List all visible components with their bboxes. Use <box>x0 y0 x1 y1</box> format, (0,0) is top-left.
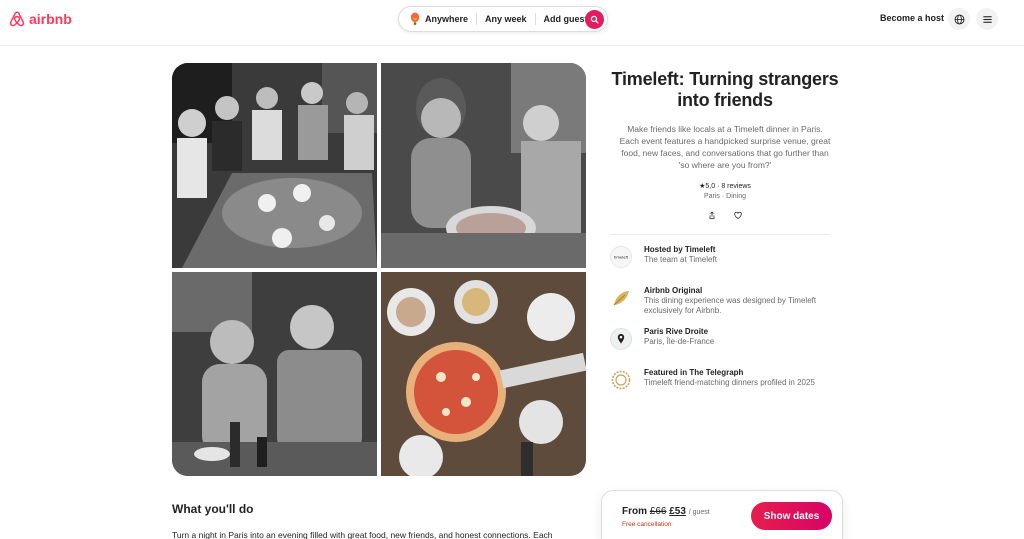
leaf-icon <box>610 287 632 309</box>
top-nav: airbnb Anywhere Any week Add guests Beco… <box>0 0 1024 46</box>
hot-air-balloon-icon <box>409 12 420 26</box>
price-unit: / guest <box>688 509 710 516</box>
menu-button[interactable] <box>976 8 998 30</box>
photo-woman-laughing[interactable] <box>381 63 586 268</box>
photo-gallery <box>172 63 586 476</box>
globe-icon <box>954 14 964 24</box>
search-bar[interactable]: Anywhere Any week Add guests <box>398 6 608 32</box>
price-prefix: From <box>622 506 647 517</box>
discounted-price[interactable]: £53 <box>669 506 686 517</box>
heart-icon <box>734 211 742 219</box>
section-body: Turn a night in Paris into an evening fi… <box>172 530 553 539</box>
seal-icon <box>610 369 632 391</box>
photo-pizza-table[interactable] <box>381 272 586 476</box>
hamburger-menu-icon <box>982 15 992 23</box>
become-host-link[interactable]: Become a host <box>880 13 944 23</box>
experience-title: Timeleft: Turning strangers into friends <box>611 69 839 110</box>
info-subtitle: Timeleft friend-matching dinners profile… <box>644 378 815 387</box>
svg-text:timeleft: timeleft <box>614 256 629 260</box>
show-dates-button[interactable]: Show dates <box>751 502 832 530</box>
photo-couple-laughing[interactable] <box>172 272 377 476</box>
share-icon <box>709 210 715 219</box>
experience-info-list: timeleft Hosted by Timeleft The team at … <box>610 245 840 409</box>
timeleft-avatar-icon: timeleft <box>610 246 632 268</box>
save-button[interactable] <box>734 211 742 219</box>
airbnb-logo[interactable]: airbnb <box>8 10 72 28</box>
info-subtitle: Paris, Île-de-France <box>644 337 715 346</box>
info-subtitle: The team at Timeleft <box>644 255 717 264</box>
photo-dinner-table-group[interactable] <box>172 63 377 268</box>
search-dates[interactable]: Any week <box>477 14 535 24</box>
info-subtitle: This dining experience was designed by T… <box>644 296 817 315</box>
logo-text: airbnb <box>29 11 72 27</box>
experience-summary: Timeleft: Turning strangers into friends… <box>610 60 840 409</box>
info-item-featured[interactable]: Featured in The Telegraph Timeleft frien… <box>610 368 840 409</box>
info-item-original[interactable]: Airbnb Original This dining experience w… <box>610 286 840 327</box>
action-buttons <box>610 210 840 219</box>
search-icon <box>590 15 599 24</box>
section-heading: What you'll do <box>172 502 254 516</box>
cancellation-policy: Free cancellation <box>622 521 672 528</box>
booking-card: From £66 £53 / guest Free cancellation S… <box>601 490 843 539</box>
airbnb-logo-icon <box>9 11 25 27</box>
search-button[interactable] <box>585 10 604 29</box>
info-item-host[interactable]: timeleft Hosted by Timeleft The team at … <box>610 245 840 286</box>
info-title: Paris Rive Droite <box>644 327 709 336</box>
info-title: Hosted by Timeleft <box>644 245 716 254</box>
divider <box>610 234 830 235</box>
original-price: £66 <box>649 506 667 517</box>
info-item-location[interactable]: Paris Rive Droite Paris, Île-de-France <box>610 327 840 368</box>
share-button[interactable] <box>708 210 716 219</box>
info-title: Featured in The Telegraph <box>644 368 744 377</box>
search-location[interactable]: Anywhere <box>420 14 476 24</box>
map-pin-icon <box>610 328 632 350</box>
price-line: From £66 £53 / guest <box>622 506 710 517</box>
rating-summary[interactable]: ★5,0 · 8 reviews <box>610 182 840 190</box>
info-title: Airbnb Original <box>644 286 703 295</box>
location-category: Paris · Dining <box>703 193 746 200</box>
language-button[interactable] <box>948 8 970 30</box>
experience-description: Make friends like locals at a Timeleft d… <box>619 124 831 170</box>
